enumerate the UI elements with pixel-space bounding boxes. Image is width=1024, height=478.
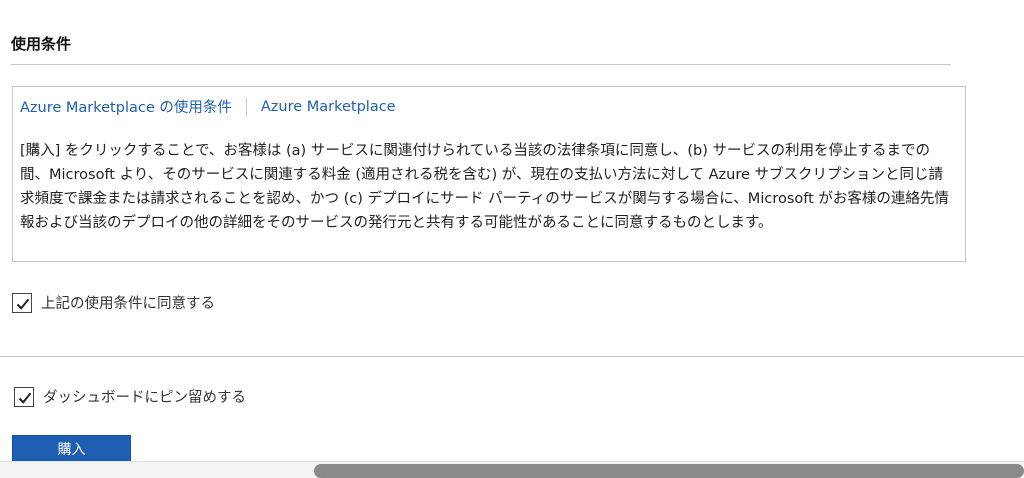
terms-of-use-link[interactable]: Azure Marketplace の使用条件: [20, 96, 232, 117]
agree-terms-label: 上記の使用条件に同意する: [41, 296, 215, 312]
purchase-button[interactable]: 購入: [12, 435, 131, 462]
terms-links: Azure Marketplace の使用条件 Azure Marketplac…: [20, 96, 396, 117]
title-divider: [11, 64, 951, 65]
pin-dashboard-label: ダッシュボードにピン留めする: [43, 390, 246, 406]
link-separator: [245, 97, 247, 116]
marketplace-link[interactable]: Azure Marketplace: [261, 99, 396, 115]
agree-terms-checkbox-row[interactable]: 上記の使用条件に同意する: [12, 292, 215, 313]
check-icon: [18, 392, 32, 404]
terms-panel: Azure Marketplace の使用条件 Azure Marketplac…: [12, 86, 966, 262]
pin-dashboard-checkbox-row[interactable]: ダッシュボードにピン留めする: [14, 386, 246, 407]
agree-terms-checkbox[interactable]: [12, 292, 32, 313]
check-icon: [16, 298, 30, 310]
horizontal-scrollbar-thumb[interactable]: [314, 464, 1024, 478]
terms-body-text: [購入] をクリックすることで、お客様は (a) サービスに関連付けられている当…: [20, 143, 949, 231]
section-divider: [0, 356, 1024, 357]
pin-dashboard-checkbox[interactable]: [14, 386, 34, 407]
section-title: 使用条件: [11, 35, 72, 53]
